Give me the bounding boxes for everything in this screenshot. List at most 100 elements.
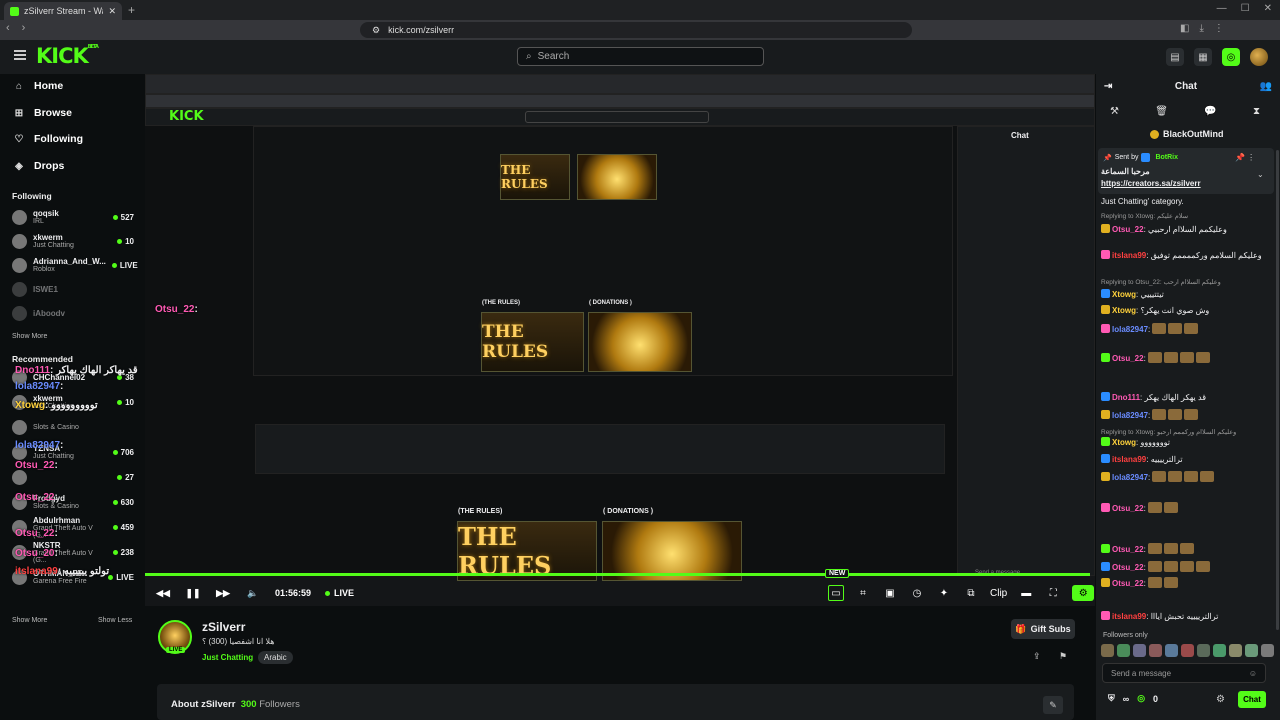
emote-icon[interactable] xyxy=(1213,644,1226,657)
inbox-icon[interactable]: ▤ xyxy=(1166,48,1184,66)
hammer-icon[interactable]: ⚒ xyxy=(1110,106,1119,117)
chat-message[interactable]: Xtowg: وش صوي انت يهكر؟ xyxy=(1101,305,1209,316)
report-icon[interactable]: ⚑ xyxy=(1059,651,1067,662)
edit-about-icon[interactable]: ✎ xyxy=(1043,696,1063,714)
menu-icon[interactable]: ⋮ xyxy=(1214,23,1224,34)
stream-category[interactable]: Just Chatting xyxy=(202,653,253,662)
save-icon[interactable]: ▣ xyxy=(882,585,898,601)
chat-message[interactable]: Xtowg: تيتتيييي xyxy=(1101,289,1164,300)
chat-send-button[interactable]: Chat xyxy=(1238,691,1266,708)
rewind-clock-icon[interactable]: ◷ xyxy=(909,585,925,601)
live-indicator[interactable]: LIVE xyxy=(325,588,354,598)
close-window-icon[interactable]: ✕ xyxy=(1264,3,1272,14)
hamburger-menu-icon[interactable] xyxy=(14,50,26,60)
close-tab-icon[interactable]: ✕ xyxy=(108,6,116,17)
chat-settings-icon[interactable]: ⚙ xyxy=(1216,694,1225,705)
chat-message[interactable]: itslana99: ترالترييييه xyxy=(1101,454,1183,465)
sidebar-item-browse[interactable]: ⊞ Browse xyxy=(14,107,72,119)
emote-icon[interactable] xyxy=(1197,644,1210,657)
site-info-icon[interactable]: ⚙ xyxy=(372,25,380,36)
emote-icon[interactable] xyxy=(1117,644,1130,657)
maximize-icon[interactable]: ☐ xyxy=(1241,3,1250,14)
back-icon[interactable]: ‹ xyxy=(6,22,10,34)
emote-icon[interactable] xyxy=(1261,644,1274,657)
chat-message[interactable]: itslana99: وعليكم السلامم وركممممم توفيق xyxy=(1101,250,1262,261)
extensions-icon[interactable]: ◧ xyxy=(1180,23,1189,34)
emote-icon[interactable] xyxy=(1245,644,1258,657)
theater-mode-icon[interactable]: ▬ xyxy=(1018,585,1034,601)
chat-message[interactable]: Otsu_22: xyxy=(1101,577,1180,589)
sidebar-channel[interactable]: xkwerm Just Chatting 10 xyxy=(12,230,134,252)
mod-shield-icon[interactable]: ⛨ xyxy=(1108,693,1115,704)
chat-message[interactable]: lola82947: xyxy=(1101,471,1216,483)
sidebar-item-following[interactable]: ♡ Following xyxy=(14,133,83,145)
emote-icon[interactable] xyxy=(1149,644,1162,657)
top-gifter[interactable]: BlackOutMind xyxy=(1150,129,1224,139)
chat-message[interactable]: Otsu_22: xyxy=(1101,352,1212,364)
language-tag[interactable]: Arabic xyxy=(258,651,293,664)
chat-message[interactable]: lola82947: xyxy=(1101,323,1200,335)
chat-message[interactable]: Dno111: قد يهكر الهاك يهكر xyxy=(1101,392,1206,403)
chat-message[interactable]: Otsu_22: xyxy=(1101,502,1180,514)
skip-forward-icon[interactable]: ▶▶ xyxy=(215,585,231,601)
rewind-icon[interactable]: ◀◀ xyxy=(155,585,171,601)
points-icon[interactable]: ◎ xyxy=(1137,693,1145,704)
browser-tab[interactable]: zSilverr Stream - Watch Live ✕ xyxy=(4,2,122,20)
volume-icon[interactable]: 🔈 xyxy=(245,585,261,601)
pip-icon[interactable]: ⧉ xyxy=(963,585,979,601)
forward-icon[interactable]: › xyxy=(22,22,26,34)
chat-message[interactable]: Otsu_22: xyxy=(1101,561,1212,573)
clip-button[interactable]: Clip xyxy=(990,588,1007,599)
stream-manager-icon[interactable]: ▦ xyxy=(1194,48,1212,66)
camera-icon[interactable]: ▭ xyxy=(828,585,844,601)
chat-bubble-icon[interactable]: 💬 xyxy=(1204,106,1216,117)
emote-icon[interactable] xyxy=(1229,644,1242,657)
channel-name[interactable]: zSilverr xyxy=(202,620,245,634)
search-input[interactable]: ⌕ Search xyxy=(517,47,764,66)
chat-message[interactable]: itslana99: ترالترييييه تحبش ايااا xyxy=(1101,611,1218,622)
chat-scrollbar[interactable] xyxy=(1276,150,1279,630)
kick-logo[interactable]: KICKBETA xyxy=(36,44,99,68)
crop-icon[interactable]: ⌗ xyxy=(855,585,871,601)
new-tab-icon[interactable]: + xyxy=(128,3,135,17)
download-icon[interactable]: ⤓ xyxy=(1199,23,1203,34)
emote-icon[interactable] xyxy=(1133,644,1146,657)
chat-message[interactable]: Otsu_22: xyxy=(1101,543,1196,555)
emote-icon[interactable] xyxy=(1165,644,1178,657)
trash-icon[interactable]: 🗑 xyxy=(1155,106,1168,117)
sidebar-item-home[interactable]: ⌂ Home xyxy=(14,80,63,92)
chat-message[interactable]: Otsu_22: وعليكمم السلاام ارحبيي xyxy=(1101,224,1227,235)
sidebar-channel[interactable]: ISWE1 xyxy=(12,278,134,300)
user-avatar[interactable] xyxy=(1250,48,1268,66)
unpin-icon[interactable]: 📌 ⋮ xyxy=(1235,153,1255,162)
gift-subs-button[interactable]: 🎁 Gift Subs xyxy=(1011,619,1075,639)
sidebar-item-drops[interactable]: ◈ Drops xyxy=(14,160,64,172)
minimize-icon[interactable]: — xyxy=(1217,3,1227,14)
settings-gear-icon[interactable]: ⚙ xyxy=(1072,585,1095,601)
emote-icon[interactable] xyxy=(1101,644,1114,657)
show-more-following[interactable]: Show More xyxy=(12,333,47,340)
collapse-chat-icon[interactable]: ⇥ xyxy=(1104,81,1112,92)
chat-input[interactable]: Send a message ☺ xyxy=(1102,663,1266,683)
sidebar-channel[interactable]: iAboodv xyxy=(12,302,134,324)
fullscreen-icon[interactable]: ⛶ xyxy=(1045,585,1061,601)
emoji-icon[interactable]: ☺ xyxy=(1249,669,1257,678)
show-less-recommended[interactable]: Show Less xyxy=(98,617,132,624)
expand-pinned-icon[interactable]: ⌄ xyxy=(1257,170,1264,179)
chat-message[interactable]: lola82947: xyxy=(1101,409,1200,421)
share-icon[interactable]: ⇪ xyxy=(1033,651,1041,662)
sidebar-channel[interactable]: qoqsik IRL 527 xyxy=(12,206,134,228)
show-more-recommended[interactable]: Show More xyxy=(12,617,47,624)
emote-icon[interactable] xyxy=(1181,644,1194,657)
url-field[interactable]: ⚙ kick.com/zsilverr xyxy=(360,22,912,38)
sidebar-channel[interactable]: Slots & Casino xyxy=(12,416,134,438)
sparkle-icon[interactable]: ✦ xyxy=(936,585,952,601)
chat-message[interactable]: Xtowg: تووووووو xyxy=(1101,437,1170,448)
pause-icon[interactable]: ❚❚ xyxy=(185,585,201,601)
mod-users-icon[interactable]: 👥 xyxy=(1260,81,1272,92)
pinned-link[interactable]: https://creators.sa/zsilverr xyxy=(1101,179,1201,188)
hourglass-icon[interactable]: ⧗ xyxy=(1253,106,1260,117)
kick-coin-icon[interactable]: ◎ xyxy=(1222,48,1240,66)
sidebar-channel[interactable]: Adrianna_And_W... Roblox LIVE xyxy=(12,254,138,276)
video-player[interactable]: KICK THE RULES THE RULES (THE RULES) ( D… xyxy=(145,74,1095,606)
